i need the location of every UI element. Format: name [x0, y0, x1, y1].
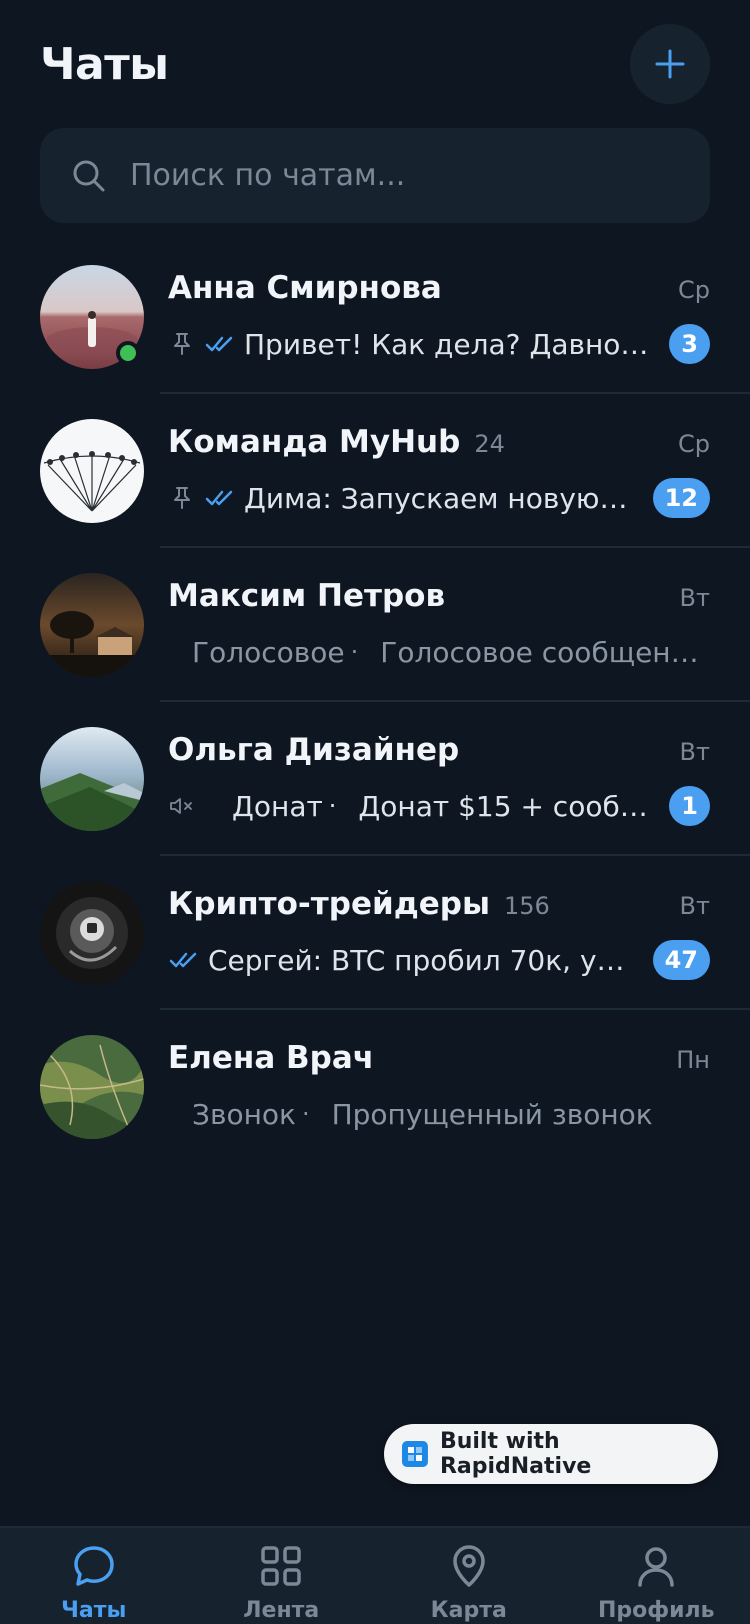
chat-time: Ср	[678, 276, 710, 304]
tab-label: Профиль	[597, 1598, 715, 1623]
map-pin-icon	[453, 1545, 485, 1587]
search-input[interactable]	[130, 158, 670, 193]
unread-badge: 47	[652, 940, 710, 980]
avatar	[40, 573, 144, 677]
tab-label: Лента	[243, 1598, 320, 1623]
chat-name: Анна Смирнова	[168, 270, 442, 306]
chat-row[interactable]: Анна Смирнова Ср Привет! Как дела? Давно…	[0, 240, 750, 394]
built-with-badge[interactable]: Built with RapidNative	[384, 1424, 718, 1484]
tab-map[interactable]: Карта	[375, 1528, 563, 1624]
muted-speaker-icon	[168, 792, 196, 820]
chat-last-message: Сергей: BTC пробил 70к, у кого есть	[208, 943, 633, 977]
chat-last-message: Дима: Запускаем новую версию	[244, 481, 633, 515]
chat-time: Ср	[678, 430, 710, 458]
chat-list: Анна Смирнова Ср Привет! Как дела? Давно…	[0, 240, 750, 1164]
double-check-icon	[168, 946, 200, 974]
page-title: Чаты	[40, 38, 169, 90]
search-icon	[73, 160, 105, 191]
double-check-icon	[204, 330, 236, 358]
avatar	[40, 1035, 144, 1139]
tab-feed[interactable]: Лента	[188, 1528, 376, 1624]
user-icon	[638, 1547, 674, 1587]
plus-icon	[655, 49, 685, 79]
bottom-tab-bar: Чаты Лента Карта Профиль	[0, 1526, 750, 1624]
member-count: 24	[474, 430, 505, 458]
message-type-label: Голосовое	[192, 635, 345, 669]
chat-time: Вт	[679, 584, 710, 612]
chat-row[interactable]: Команда MyHub 24 Ср Дима: Запускаем нову…	[0, 394, 750, 548]
avatar	[40, 727, 144, 831]
unread-badge: 12	[652, 478, 710, 518]
built-with-label: Built with RapidNative	[439, 1429, 592, 1479]
tab-label: Чаты	[61, 1598, 127, 1623]
header: Чаты	[40, 24, 710, 104]
avatar	[40, 419, 144, 523]
chat-row[interactable]: Крипто-трейдеры 156 Вт Сергей: BTC проби…	[0, 856, 750, 1010]
separator-dot: ·	[350, 638, 359, 666]
avatar	[40, 881, 144, 985]
chat-time: Вт	[679, 738, 710, 766]
new-chat-button[interactable]	[630, 24, 710, 104]
chat-name: Максим Петров	[168, 578, 446, 614]
rapidnative-logo-icon	[402, 1441, 428, 1467]
chat-name: Крипто-трейдеры	[168, 886, 490, 922]
chat-row[interactable]: Елена Врач Пн Звонок · Пропущенный звоно…	[0, 1010, 750, 1164]
tab-chats[interactable]: Чаты	[0, 1528, 188, 1624]
chat-name: Команда MyHub	[168, 424, 461, 460]
pin-icon	[168, 484, 196, 512]
chat-time: Вт	[679, 892, 710, 920]
member-count: 156	[504, 892, 550, 920]
separator-dot: ·	[301, 1100, 310, 1128]
online-indicator	[116, 341, 140, 365]
separator-dot: ·	[328, 792, 337, 820]
chat-time: Пн	[676, 1046, 710, 1074]
tab-profile[interactable]: Профиль	[563, 1528, 750, 1624]
double-check-icon	[204, 484, 236, 512]
chat-row[interactable]: Максим Петров Вт Голосовое · Голосовое с…	[0, 548, 750, 702]
chat-last-message: Привет! Как дела? Давно не виделись	[244, 327, 649, 361]
grid-icon	[261, 1546, 301, 1586]
chat-last-message: Донат $15 + сообщение	[358, 789, 649, 823]
pin-icon	[168, 330, 196, 358]
message-type-label: Звонок	[192, 1097, 296, 1131]
chat-row[interactable]: Ольга Дизайнер Вт Донат · Донат $15 + со…	[0, 702, 750, 856]
chat-name: Елена Врач	[168, 1040, 375, 1076]
unread-badge: 3	[669, 324, 710, 364]
search-bar[interactable]	[40, 128, 710, 223]
chat-name: Ольга Дизайнер	[168, 732, 460, 768]
chat-last-message: Пропущенный звонок	[331, 1097, 653, 1131]
unread-badge: 1	[669, 786, 710, 826]
message-type-label: Донат	[232, 789, 323, 823]
tab-label: Карта	[430, 1598, 507, 1623]
chat-bubble-icon	[74, 1546, 114, 1586]
chat-last-message: Голосовое сообщение (0:42)	[380, 635, 710, 669]
